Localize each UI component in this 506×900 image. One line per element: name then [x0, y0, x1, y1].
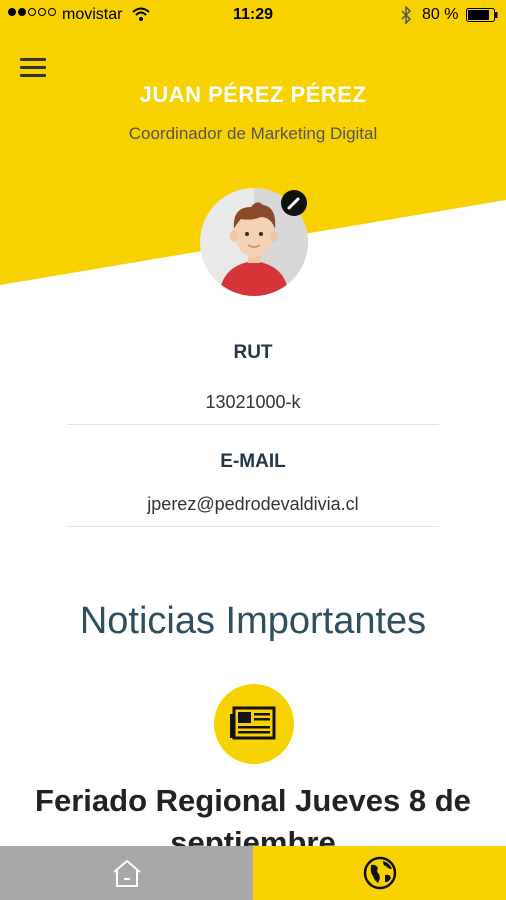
bottom-navigation [0, 846, 506, 900]
tab-home[interactable] [0, 846, 253, 900]
tab-news[interactable] [253, 846, 506, 900]
hamburger-menu-icon[interactable] [20, 58, 46, 78]
rut-label: RUT [233, 342, 273, 363]
user-role: Coordinador de Marketing Digital [128, 124, 378, 143]
divider [67, 526, 439, 527]
edit-profile-button[interactable] [281, 190, 307, 216]
home-icon [112, 859, 141, 887]
rut-value: 13021000-k [205, 392, 301, 412]
newspaper-icon [230, 706, 276, 740]
email-label: E-MAIL [220, 451, 286, 472]
bluetooth-icon [401, 6, 412, 24]
news-section-title: Noticias Importantes [79, 600, 427, 642]
user-name: JUAN PÉREZ PÉREZ [139, 82, 367, 107]
pencil-icon [287, 197, 300, 210]
battery-percentage: 80 % [422, 6, 459, 23]
email-value: jperez@pedrodevaldivia.cl [147, 494, 359, 514]
divider [67, 424, 439, 425]
globe-icon [363, 856, 396, 890]
battery-icon [466, 8, 498, 22]
news-icon-badge [214, 684, 294, 764]
status-bar: movistar 11:29 80 % [0, 0, 506, 30]
